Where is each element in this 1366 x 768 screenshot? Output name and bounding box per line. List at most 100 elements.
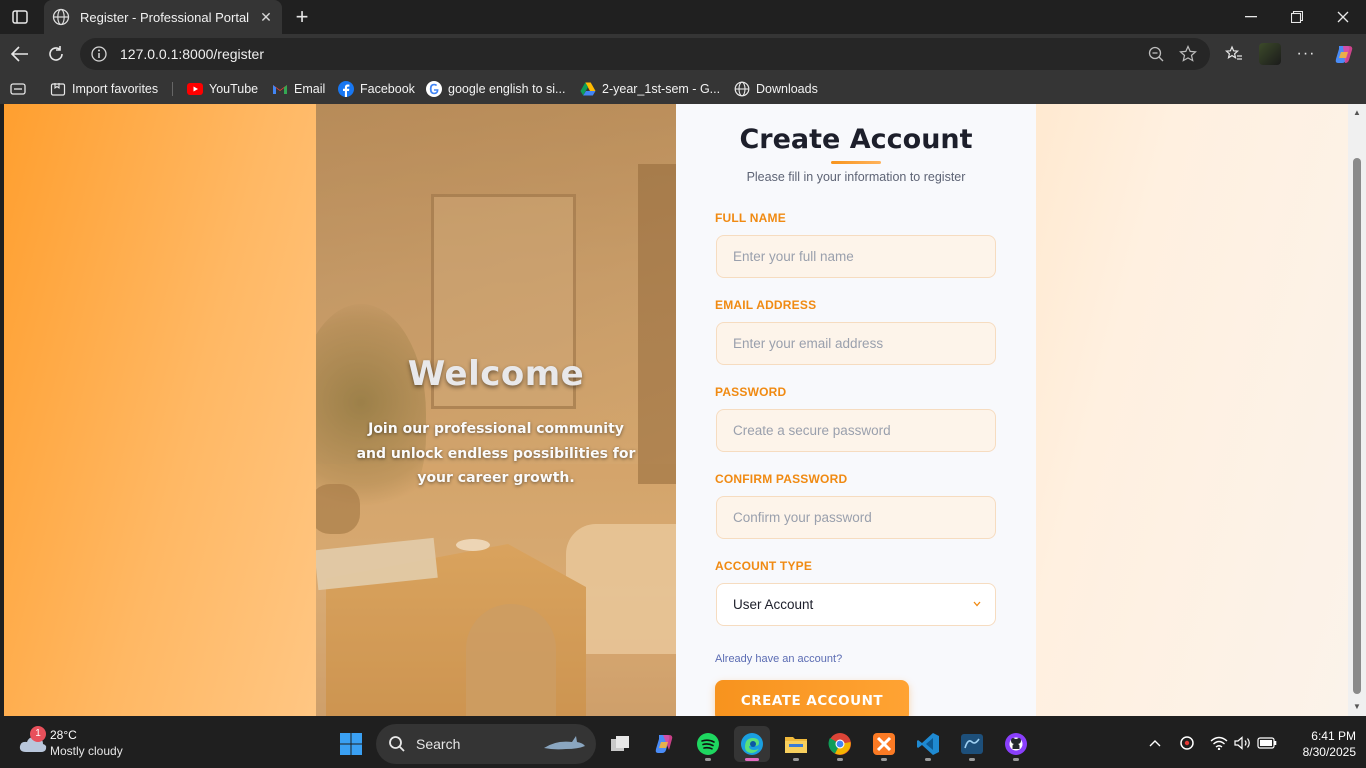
- password-label: PASSWORD: [715, 385, 787, 399]
- running-indicator: [969, 758, 975, 761]
- favorite-facebook[interactable]: Facebook: [338, 80, 415, 98]
- more-options-icon[interactable]: ···: [1292, 40, 1320, 68]
- active-indicator: [745, 758, 759, 761]
- edge-icon[interactable]: [734, 726, 770, 762]
- task-view-icon[interactable]: [602, 726, 638, 762]
- back-icon[interactable]: [6, 40, 34, 68]
- volume-icon[interactable]: [1232, 732, 1254, 754]
- youtube-icon: [187, 81, 203, 97]
- github-desktop-icon[interactable]: [998, 726, 1034, 762]
- confirm-password-label: CONFIRM PASSWORD: [715, 472, 848, 486]
- facebook-icon: [338, 81, 354, 97]
- close-window-icon[interactable]: [1320, 0, 1366, 34]
- clock-time: 6:41 PM: [1311, 729, 1356, 743]
- globe-icon: [52, 8, 70, 26]
- zoom-out-icon[interactable]: [1144, 42, 1168, 66]
- system-clock[interactable]: 6:41 PM 8/30/2025: [1284, 728, 1356, 760]
- account-type-value: User Account: [733, 597, 814, 612]
- restore-icon[interactable]: [1274, 0, 1320, 34]
- scrollbar-thumb[interactable]: [1353, 158, 1361, 694]
- welcome-hero-panel: Welcome Join our professional community …: [316, 104, 676, 716]
- confirm-password-input[interactable]: [716, 496, 996, 539]
- copilot-app-icon[interactable]: [646, 726, 682, 762]
- password-input[interactable]: [716, 409, 996, 452]
- favorite-google-drive[interactable]: 2-year_1st-sem - G...: [580, 80, 720, 98]
- mysql-workbench-icon[interactable]: [954, 726, 990, 762]
- sync-icon[interactable]: [1176, 732, 1198, 754]
- hero-overlay: [316, 104, 676, 716]
- running-indicator: [793, 758, 799, 761]
- file-explorer-icon[interactable]: [778, 726, 814, 762]
- favorite-import-favorites[interactable]: Import favorites: [50, 80, 158, 98]
- spotify-icon[interactable]: [690, 726, 726, 762]
- browser-tab-active[interactable]: Register - Professional Portal ✕: [44, 0, 282, 34]
- full-name-label: FULL NAME: [715, 211, 786, 225]
- show-hidden-icons-icon[interactable]: [1144, 732, 1166, 754]
- email-input[interactable]: [716, 322, 996, 365]
- favorite-label: Email: [294, 82, 326, 96]
- chrome-icon[interactable]: [822, 726, 858, 762]
- weather-temp: 28°C: [50, 728, 77, 742]
- globe-icon: [734, 81, 750, 97]
- url-text: 127.0.0.1:8000/register: [120, 46, 264, 62]
- site-info-icon[interactable]: [90, 45, 108, 63]
- favorites-divider: [172, 82, 173, 96]
- running-indicator: [705, 758, 711, 761]
- vscode-icon[interactable]: [910, 726, 946, 762]
- drive-icon: [580, 81, 596, 97]
- gmail-icon: [272, 81, 288, 97]
- registration-form-panel: Create Account Please fill in your infor…: [676, 104, 1036, 716]
- weather-widget[interactable]: 1 28°C Mostly cloudy: [14, 726, 144, 762]
- favorite-youtube[interactable]: YouTube: [187, 80, 258, 98]
- tab-title: Register - Professional Portal: [80, 9, 250, 25]
- page-scrollbar[interactable]: ▲ ▼: [1348, 104, 1366, 716]
- address-bar[interactable]: 127.0.0.1:8000/register: [80, 38, 1210, 70]
- favorite-label: Import favorites: [72, 82, 159, 96]
- create-account-button[interactable]: CREATE ACCOUNT: [715, 680, 909, 716]
- email-label: EMAIL ADDRESS: [715, 298, 817, 312]
- favorite-label: google english to si...: [448, 82, 566, 96]
- favorite-downloads[interactable]: Downloads: [734, 80, 818, 98]
- account-type-label: ACCOUNT TYPE: [715, 559, 813, 573]
- scroll-up-icon[interactable]: ▲: [1352, 108, 1362, 118]
- favorite-star-icon[interactable]: [1176, 42, 1200, 66]
- title-underline: [831, 161, 881, 164]
- browser-toolbar: 127.0.0.1:8000/register ···: [0, 34, 1366, 74]
- favorite-google-translate[interactable]: google english to si...: [426, 80, 565, 98]
- running-indicator: [837, 758, 843, 761]
- running-indicator: [1013, 758, 1019, 761]
- favorite-email[interactable]: Email: [272, 80, 325, 98]
- form-title: Create Account: [739, 124, 973, 155]
- taskbar-search[interactable]: Search: [376, 724, 596, 764]
- scroll-down-icon[interactable]: ▼: [1352, 702, 1362, 712]
- new-tab-icon[interactable]: +: [290, 4, 314, 29]
- wifi-icon[interactable]: [1208, 732, 1230, 754]
- import-icon: [50, 81, 66, 97]
- page-viewport: Welcome Join our professional community …: [4, 104, 1348, 716]
- search-highlight-shark-icon: [542, 734, 586, 754]
- windows-start-icon[interactable]: [333, 726, 369, 762]
- favorites-icon[interactable]: [1220, 40, 1248, 68]
- tab-actions-icon[interactable]: [8, 6, 32, 28]
- running-indicator: [881, 758, 887, 761]
- signin-link[interactable]: Already have an account?: [715, 653, 842, 665]
- welcome-tagline: Join our professional community and unlo…: [356, 421, 636, 486]
- minimize-icon[interactable]: [1228, 0, 1274, 34]
- search-icon: [388, 735, 406, 753]
- favorite-label: 2-year_1st-sem - G...: [602, 82, 721, 96]
- account-type-select[interactable]: User Account: [716, 583, 996, 626]
- chevron-down-icon: [973, 599, 981, 609]
- weather-badge: 1: [30, 726, 46, 742]
- profile-avatar[interactable]: [1256, 40, 1284, 68]
- form-subtitle: Please fill in your information to regis…: [746, 170, 966, 184]
- full-name-input[interactable]: [716, 235, 996, 278]
- copilot-icon[interactable]: [1330, 40, 1358, 68]
- refresh-icon[interactable]: [42, 40, 70, 68]
- weather-condition: Mostly cloudy: [50, 744, 123, 758]
- xampp-icon[interactable]: [866, 726, 902, 762]
- sidebar-toggle-icon[interactable]: [10, 80, 26, 98]
- windows-taskbar: 1 28°C Mostly cloudy Search 6:41 PM 8/30…: [0, 720, 1366, 768]
- battery-icon[interactable]: [1256, 732, 1278, 754]
- close-tab-icon[interactable]: ✕: [258, 9, 274, 25]
- favorite-label: YouTube: [209, 82, 259, 96]
